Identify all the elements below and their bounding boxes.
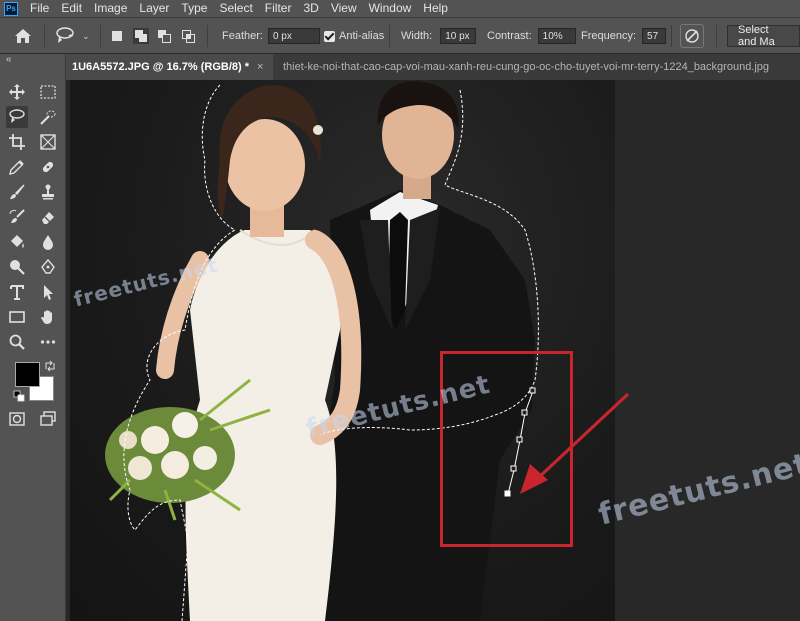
brush-tool[interactable] bbox=[6, 181, 28, 203]
eraser-icon bbox=[42, 212, 54, 224]
chevron-down-icon: ⌄ bbox=[82, 30, 90, 41]
contrast-label: Contrast: bbox=[487, 30, 532, 42]
collapse-panel-icon[interactable]: « bbox=[6, 54, 12, 65]
path-selection-icon bbox=[44, 285, 53, 300]
subtract-from-selection-button[interactable] bbox=[157, 29, 171, 43]
eyedropper-icon bbox=[9, 160, 24, 175]
add-to-selection-button[interactable] bbox=[133, 28, 149, 44]
path-selection-tool[interactable] bbox=[37, 281, 59, 303]
healing-brush-tool[interactable] bbox=[37, 156, 59, 178]
intersect-selection-button[interactable] bbox=[181, 29, 195, 43]
marquee-icon bbox=[40, 85, 56, 99]
hand-icon bbox=[41, 310, 52, 324]
rectangle-icon bbox=[9, 311, 25, 323]
checkbox-checked-icon bbox=[324, 30, 335, 42]
hand-tool[interactable] bbox=[37, 306, 59, 328]
menu-filter[interactable]: Filter bbox=[259, 0, 298, 17]
frequency-label: Frequency: bbox=[581, 30, 637, 42]
healing-brush-icon bbox=[42, 161, 54, 173]
anti-alias-label: Anti-alias bbox=[339, 30, 385, 42]
dodge-tool[interactable] bbox=[6, 256, 28, 278]
pen-pressure-icon bbox=[685, 29, 699, 43]
menu-window[interactable]: Window bbox=[363, 0, 418, 17]
swap-colors-icon[interactable] bbox=[44, 360, 56, 372]
marquee-tool[interactable] bbox=[37, 81, 59, 103]
tab-title: 1U6A5572.JPG @ 16.7% (RGB/8) * bbox=[72, 61, 250, 73]
tab-document-active[interactable]: 1U6A5572.JPG @ 16.7% (RGB/8) * × bbox=[66, 54, 273, 80]
home-button[interactable] bbox=[14, 18, 32, 54]
lasso-tool[interactable] bbox=[6, 106, 28, 128]
frame-tool[interactable] bbox=[37, 131, 59, 153]
eraser-tool[interactable] bbox=[37, 206, 59, 228]
menu-edit[interactable]: Edit bbox=[55, 0, 88, 17]
menu-3d[interactable]: 3D bbox=[297, 0, 324, 17]
move-icon bbox=[9, 84, 25, 100]
zoom-icon bbox=[9, 334, 25, 350]
menu-bar: Ps File Edit Image Layer Type Select Fil… bbox=[0, 0, 800, 17]
rectangle-tool[interactable] bbox=[6, 306, 28, 328]
paint-bucket-icon bbox=[11, 235, 24, 248]
contrast-input[interactable]: 10% bbox=[537, 28, 576, 44]
quick-selection-tool[interactable] bbox=[37, 106, 59, 128]
screen-mode-icon bbox=[40, 411, 56, 426]
tools-panel: « bbox=[0, 54, 66, 621]
tab-document-background[interactable]: thiet-ke-noi-that-cao-cap-voi-mau-xanh-r… bbox=[277, 54, 800, 80]
photoshop-logo-icon: Ps bbox=[4, 1, 18, 16]
menu-type[interactable]: Type bbox=[175, 0, 213, 17]
eyedropper-tool[interactable] bbox=[6, 156, 28, 178]
move-tool[interactable] bbox=[6, 81, 28, 103]
crop-tool[interactable] bbox=[6, 131, 28, 153]
screen-mode-button[interactable] bbox=[37, 408, 59, 430]
quick-selection-icon bbox=[40, 110, 56, 125]
menu-view[interactable]: View bbox=[325, 0, 363, 17]
feather-label: Feather: bbox=[222, 30, 263, 42]
default-colors-icon[interactable] bbox=[13, 390, 25, 402]
close-icon[interactable]: × bbox=[257, 61, 263, 73]
anti-alias-checkbox[interactable]: Anti-alias bbox=[324, 18, 384, 54]
pen-icon bbox=[41, 258, 55, 274]
type-tool[interactable] bbox=[6, 281, 28, 303]
new-selection-button[interactable] bbox=[110, 29, 124, 43]
menu-help[interactable]: Help bbox=[417, 0, 454, 17]
frequency-input[interactable]: 57 bbox=[642, 28, 667, 44]
select-and-mask-button[interactable]: Select and Ma bbox=[727, 24, 800, 48]
canvas-area[interactable]: freetuts.net freetuts.net freetuts.net bbox=[66, 80, 800, 621]
width-input[interactable]: 10 px bbox=[440, 28, 477, 44]
more-tools-icon bbox=[40, 340, 56, 344]
foreground-color-swatch[interactable] bbox=[15, 362, 40, 387]
tool-preset-picker[interactable]: ⌄ bbox=[54, 18, 90, 54]
quick-mask-button[interactable] bbox=[6, 408, 28, 430]
magnetic-lasso-icon bbox=[9, 109, 25, 123]
menu-file[interactable]: File bbox=[24, 0, 55, 17]
clone-stamp-icon bbox=[42, 184, 54, 200]
blur-icon bbox=[43, 235, 53, 250]
quick-mask-icon bbox=[9, 412, 25, 426]
menu-image[interactable]: Image bbox=[88, 0, 133, 17]
frame-icon bbox=[40, 134, 56, 150]
brush-icon bbox=[10, 184, 25, 199]
home-icon bbox=[15, 29, 31, 43]
dodge-icon bbox=[10, 260, 25, 275]
width-label: Width: bbox=[401, 30, 433, 42]
type-icon bbox=[10, 285, 24, 300]
blur-tool[interactable] bbox=[37, 231, 59, 253]
document-tabs: 1U6A5572.JPG @ 16.7% (RGB/8) * × thiet-k… bbox=[66, 54, 800, 80]
more-tools-button[interactable] bbox=[37, 331, 59, 353]
annotation-arrow-icon bbox=[520, 392, 630, 494]
pen-tool[interactable] bbox=[37, 256, 59, 278]
history-brush-icon bbox=[9, 209, 25, 223]
pen-pressure-button[interactable] bbox=[680, 24, 704, 48]
options-bar: ⌄ Feather: 0 px Anti-alias Width: 10 px … bbox=[0, 17, 800, 54]
clone-stamp-tool[interactable] bbox=[37, 181, 59, 203]
tab-title: thiet-ke-noi-that-cao-cap-voi-mau-xanh-r… bbox=[283, 61, 770, 73]
history-brush-tool[interactable] bbox=[6, 206, 28, 228]
menu-layer[interactable]: Layer bbox=[133, 0, 175, 17]
zoom-tool[interactable] bbox=[6, 331, 28, 353]
menu-select[interactable]: Select bbox=[213, 0, 258, 17]
magnetic-lasso-icon bbox=[56, 27, 74, 43]
crop-icon bbox=[9, 134, 25, 150]
paint-bucket-tool[interactable] bbox=[6, 231, 28, 253]
feather-input[interactable]: 0 px bbox=[267, 28, 320, 44]
